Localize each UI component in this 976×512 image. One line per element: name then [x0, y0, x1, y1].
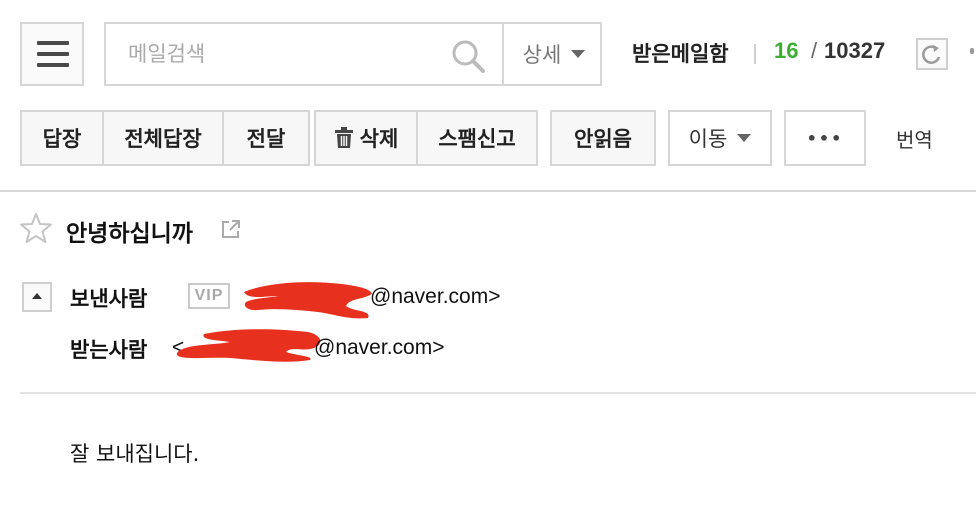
forward-button[interactable]: 전달 — [222, 112, 308, 164]
move-button[interactable]: 이동 — [670, 112, 770, 164]
detail-search-button[interactable]: 상세 — [502, 24, 604, 84]
recipient-address[interactable]: @naver.com> — [314, 336, 444, 360]
chevron-down-icon — [571, 50, 586, 58]
delete-group: 삭제 스팸신고 — [314, 110, 538, 166]
sender-redaction — [244, 282, 372, 319]
sender-label: 보낸사람 — [70, 287, 148, 311]
more-button[interactable]: ••• — [786, 112, 864, 164]
vip-badge: VIP — [188, 283, 230, 309]
spam-report-button[interactable]: 스팸신고 — [416, 112, 536, 164]
mail-body: 잘 보내집니다. — [70, 442, 200, 466]
search-input[interactable] — [128, 38, 428, 70]
search-box: 상세 — [104, 22, 602, 86]
reply-group: 답장 전체답장 전달 — [20, 110, 310, 166]
delete-label: 삭제 — [359, 127, 399, 151]
chevron-down-icon — [737, 134, 752, 142]
star-icon[interactable] — [20, 212, 52, 244]
unread-group: 안읽음 — [550, 110, 656, 166]
menu-button[interactable] — [20, 22, 84, 86]
search-icon[interactable] — [450, 38, 486, 74]
delete-button[interactable]: 삭제 — [316, 112, 416, 164]
refresh-button[interactable] — [916, 38, 948, 70]
mail-subject: 안녕하십니까 — [66, 221, 193, 247]
translate-button[interactable]: 번역 — [896, 124, 933, 153]
move-group: 이동 — [668, 110, 772, 166]
refresh-icon — [922, 45, 941, 64]
mailbox-name[interactable]: 받은메일함 — [632, 38, 729, 68]
menu-icon — [37, 41, 69, 45]
recipient-label: 받는사람 — [70, 338, 148, 362]
popout-icon[interactable] — [220, 218, 242, 240]
mark-unread-button[interactable]: 안읽음 — [552, 112, 654, 164]
divider — [0, 190, 976, 192]
unread-count[interactable]: 16 — [774, 38, 798, 64]
recipient-redaction — [176, 329, 321, 362]
total-count: 10327 — [824, 38, 886, 63]
divider — [754, 44, 756, 64]
overflow-indicator — [970, 48, 974, 54]
count-separator: / — [811, 38, 818, 63]
more-group: ••• — [784, 110, 866, 166]
trash-icon — [334, 127, 353, 148]
reply-all-button[interactable]: 전체답장 — [102, 112, 222, 164]
reply-button[interactable]: 답장 — [22, 112, 102, 164]
detail-label: 상세 — [522, 43, 562, 67]
sender-address[interactable]: @naver.com> — [370, 285, 500, 309]
divider — [20, 392, 976, 394]
move-label: 이동 — [688, 127, 728, 151]
collapse-icon[interactable] — [22, 282, 52, 312]
